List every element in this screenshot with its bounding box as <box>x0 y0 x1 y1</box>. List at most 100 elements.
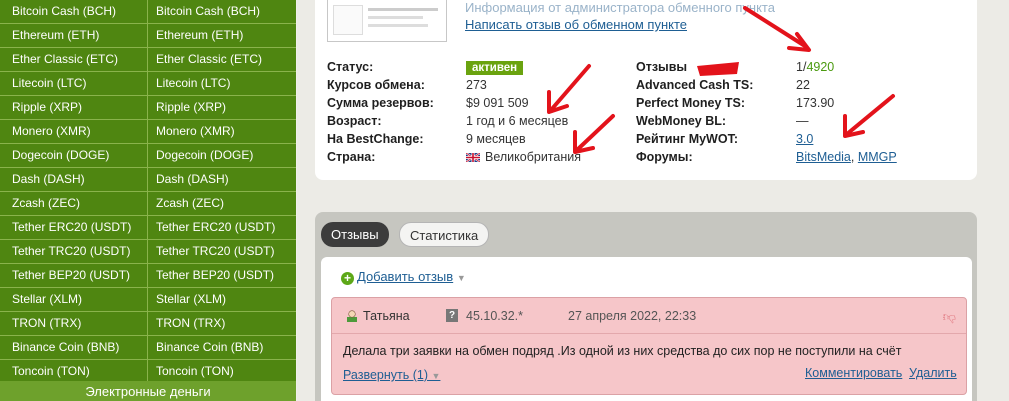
currency-from-item[interactable]: Binance Coin (BNB) <box>0 336 148 359</box>
pm-label: Perfect Money TS: <box>636 96 746 110</box>
advcash-label: Advanced Cash TS: <box>636 78 754 92</box>
expand-link[interactable]: Развернуть (1) ▼ <box>343 368 440 382</box>
forum-link-mmgp[interactable]: MMGP <box>858 150 897 164</box>
reviews-count[interactable]: 1/4920 <box>796 58 834 76</box>
add-review-label[interactable]: Добавить отзыв <box>357 269 453 284</box>
currency-from-item[interactable]: Monero (XMR) <box>0 120 148 143</box>
currency-row: Litecoin (LTC) Litecoin (LTC) <box>0 72 296 96</box>
currency-row: Tether ERC20 (USDT) Tether ERC20 (USDT) <box>0 216 296 240</box>
currency-from-item[interactable]: Zcash (ZEC) <box>0 192 148 215</box>
reserves-value: $9 091 509 <box>466 96 529 110</box>
forums-value: BitsMedia, MMGP <box>796 150 897 164</box>
country-value: Великобритания <box>465 148 581 166</box>
currency-from-item[interactable]: Tether TRC20 (USDT) <box>0 240 148 263</box>
currency-row: Ripple (XRP) Ripple (XRP) <box>0 96 296 120</box>
currency-from-item[interactable]: Dogecoin (DOGE) <box>0 144 148 167</box>
pm-value: 173.90 <box>796 96 835 110</box>
country-label: Страна: <box>327 150 376 164</box>
currency-row: Ether Classic (ETC) Ether Classic (ETC) <box>0 48 296 72</box>
status-value: активен <box>466 58 524 76</box>
review-ip: 45.10.32.* <box>466 309 523 323</box>
courses-value: 273 <box>466 78 487 92</box>
currency-from-item[interactable]: Ethereum (ETH) <box>0 24 148 47</box>
mywot-rating-link[interactable]: 3.0 <box>796 130 813 148</box>
reserves-label: Сумма резервов: <box>327 96 434 110</box>
thumb-down-icon: 👎︎ <box>942 309 956 324</box>
review-author: Татьяна <box>363 309 410 323</box>
status-badge: активен <box>466 61 524 75</box>
currency-to-item[interactable]: Dash (DASH) <box>148 168 296 191</box>
advcash-value: 22 <box>796 78 810 92</box>
forum-link-bitsmedia[interactable]: BitsMedia <box>796 150 851 164</box>
currency-from-item[interactable]: Tether ERC20 (USDT) <box>0 216 148 239</box>
bestchange-label: На BestChange: <box>327 132 424 146</box>
review-header: Татьяна ? 45.10.32.* 27 апреля 2022, 22:… <box>332 298 966 334</box>
section-header-e-money[interactable]: Электронные деньги <box>0 381 296 401</box>
currency-to-item[interactable]: TRON (TRX) <box>148 312 296 335</box>
age-value: 1 год и 6 месяцев <box>466 114 569 128</box>
reviews-panel: Отзывы Статистика + Добавить отзыв ▼ Тать… <box>315 212 977 401</box>
flag-uk-icon <box>465 152 481 163</box>
currency-from-item[interactable]: Toncoin (TON) <box>0 360 148 383</box>
review-text: Делала три заявки на обмен подряд .Из од… <box>343 344 902 358</box>
caret-down-icon[interactable]: ▼ <box>457 273 466 283</box>
exchanger-content: Информация от администратора обменного п… <box>297 0 1009 401</box>
admin-info-link[interactable]: Информация от администратора обменного п… <box>465 0 775 15</box>
currency-from-item[interactable]: Bitcoin Cash (BCH) <box>0 0 148 23</box>
currency-to-item[interactable]: Ether Classic (ETC) <box>148 48 296 71</box>
stats-left: Статус: активен Курсов обмена: 273 Сумма… <box>327 58 627 168</box>
user-icon <box>347 310 357 322</box>
currency-row: Tether TRC20 (USDT) Tether TRC20 (USDT) <box>0 240 296 264</box>
currency-row: TRON (TRX) TRON (TRX) <box>0 312 296 336</box>
mywot-label: Рейтинг MyWOT: <box>636 132 738 146</box>
currency-to-item[interactable]: Stellar (XLM) <box>148 288 296 311</box>
currency-row: Binance Coin (BNB) Binance Coin (BNB) <box>0 336 296 360</box>
add-review-button[interactable]: + Добавить отзыв ▼ <box>341 269 466 285</box>
currency-to-item[interactable]: Litecoin (LTC) <box>148 72 296 95</box>
country-name: Великобритания <box>485 150 581 164</box>
currency-row: Bitcoin Cash (BCH) Bitcoin Cash (BCH) <box>0 0 296 24</box>
stats-right: Отзывы 1/4920 Advanced Cash TS: 22 Perfe… <box>636 58 966 168</box>
plus-icon: + <box>341 272 354 285</box>
caret-down-icon: ▼ <box>431 371 441 381</box>
currency-to-item[interactable]: Binance Coin (BNB) <box>148 336 296 359</box>
currency-row: Ethereum (ETH) Ethereum (ETH) <box>0 24 296 48</box>
exchanger-info-card: Информация от администратора обменного п… <box>315 0 977 180</box>
currency-row: Dogecoin (DOGE) Dogecoin (DOGE) <box>0 144 296 168</box>
write-review-link[interactable]: Написать отзыв об обменном пункте <box>465 17 687 32</box>
currency-to-item[interactable]: Tether ERC20 (USDT) <box>148 216 296 239</box>
question-icon[interactable]: ? <box>446 309 458 322</box>
wm-value: — <box>796 114 809 128</box>
currency-from-item[interactable]: Dash (DASH) <box>0 168 148 191</box>
currency-from-item[interactable]: Litecoin (LTC) <box>0 72 148 95</box>
tab-reviews[interactable]: Отзывы <box>321 222 389 247</box>
tab-statistics[interactable]: Статистика <box>399 222 490 247</box>
delete-link[interactable]: Удалить <box>909 366 957 380</box>
currency-row: Dash (DASH) Dash (DASH) <box>0 168 296 192</box>
comment-link[interactable]: Комментировать <box>805 366 902 380</box>
currency-list: Bitcoin Cash (BCH) Bitcoin Cash (BCH) Ethe… <box>0 0 296 401</box>
currency-from-item[interactable]: Ripple (XRP) <box>0 96 148 119</box>
currency-to-item[interactable]: Zcash (ZEC) <box>148 192 296 215</box>
currency-from-item[interactable]: Tether BEP20 (USDT) <box>0 264 148 287</box>
currency-from-item[interactable]: Stellar (XLM) <box>0 288 148 311</box>
bestchange-value: 9 месяцев <box>466 132 526 146</box>
currency-to-item[interactable]: Tether BEP20 (USDT) <box>148 264 296 287</box>
currency-to-item[interactable]: Ripple (XRP) <box>148 96 296 119</box>
site-screenshot-thumbnail[interactable] <box>327 0 447 42</box>
age-label: Возраст: <box>327 114 382 128</box>
reviews-label: Отзывы <box>636 60 688 74</box>
currency-to-item[interactable]: Bitcoin Cash (BCH) <box>148 0 296 23</box>
wm-label: WebMoney BL: <box>636 114 727 128</box>
currency-from-item[interactable]: Ether Classic (ETC) <box>0 48 148 71</box>
courses-label: Курсов обмена: <box>327 78 425 92</box>
currency-to-item[interactable]: Toncoin (TON) <box>148 360 296 383</box>
review-date: 27 апреля 2022, 22:33 <box>568 309 697 323</box>
currency-to-item[interactable]: Monero (XMR) <box>148 120 296 143</box>
currency-to-item[interactable]: Dogecoin (DOGE) <box>148 144 296 167</box>
currency-row: Zcash (ZEC) Zcash (ZEC) <box>0 192 296 216</box>
currency-from-item[interactable]: TRON (TRX) <box>0 312 148 335</box>
currency-to-item[interactable]: Tether TRC20 (USDT) <box>148 240 296 263</box>
forums-label: Форумы: <box>636 150 693 164</box>
currency-to-item[interactable]: Ethereum (ETH) <box>148 24 296 47</box>
